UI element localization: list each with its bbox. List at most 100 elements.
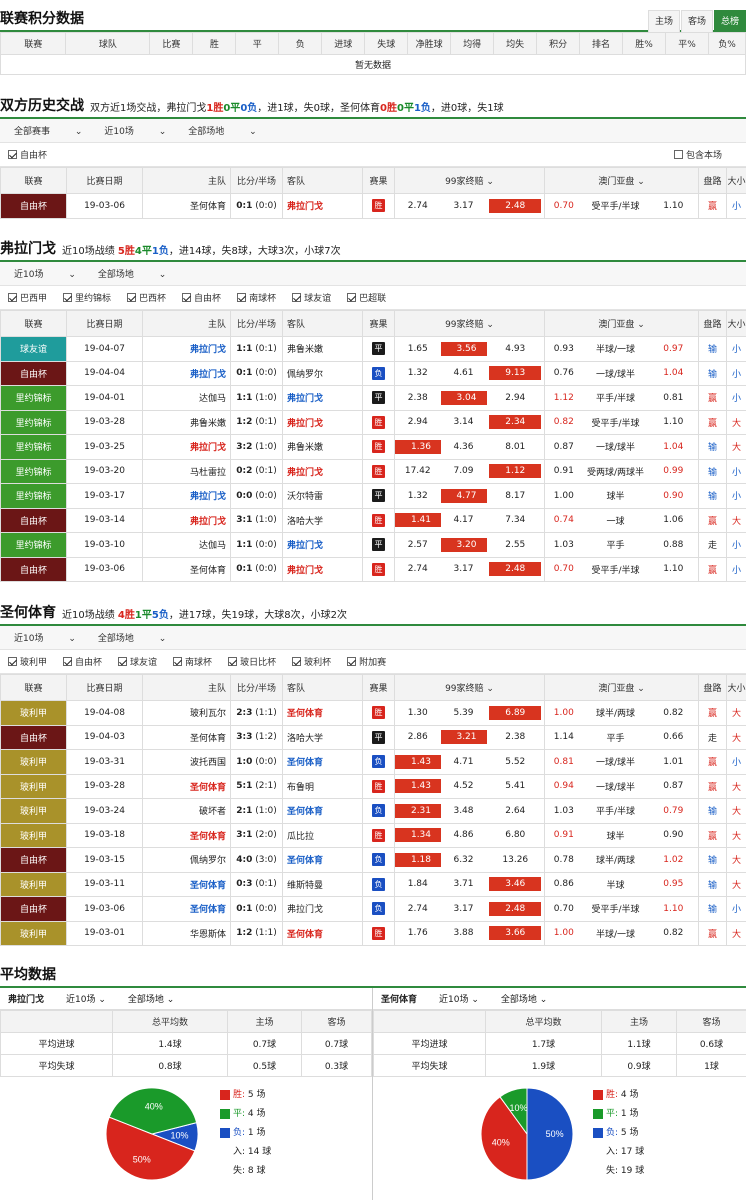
table-row[interactable]: 玻利甲 19-03-31 波托西国 1:0 (0:0) 圣何体育 负 1.43 … — [0, 749, 746, 775]
score[interactable]: 5:1 (2:1) — [230, 773, 283, 799]
league-check[interactable]: 球友谊 — [292, 291, 339, 304]
score[interactable]: 1:1 (1:0) — [230, 385, 283, 411]
table-row[interactable]: 玻利甲 19-04-08 玻利瓦尔 2:3 (1:1) 圣何体育 胜 1.30 … — [0, 700, 746, 726]
score[interactable]: 0:0 (0:0) — [230, 483, 283, 509]
home-team[interactable]: 破坏者 — [142, 798, 231, 824]
table-row[interactable]: 里约锦标 19-04-01 达伽马 1:1 (1:0) 弗拉门戈 平 2.38 … — [0, 385, 746, 411]
away-team[interactable]: 弗鲁米嫩 — [282, 336, 363, 362]
league-badge[interactable]: 玻利甲 — [0, 798, 67, 824]
away-team[interactable]: 弗鲁米嫩 — [282, 434, 363, 460]
league-badge[interactable]: 里约锦标 — [0, 434, 67, 460]
score[interactable]: 3:1 (1:0) — [230, 507, 283, 533]
table-row[interactable]: 玻利甲 19-03-18 圣何体育 3:1 (2:0) 瓜比拉 胜 1.34 4… — [0, 822, 746, 848]
score[interactable]: 0:1 (0:0) — [230, 193, 283, 219]
score[interactable]: 0:1 (0:0) — [230, 896, 283, 922]
col-odds[interactable]: 99家终赔 ⌄ — [393, 310, 546, 337]
league-badge[interactable]: 里约锦标 — [0, 409, 67, 435]
away-team[interactable]: 圣何体育 — [282, 920, 363, 946]
col-handicap[interactable]: 澳门亚盘 ⌄ — [544, 674, 700, 701]
home-team[interactable]: 弗拉门戈 — [142, 336, 231, 362]
league-badge[interactable]: 自由杯 — [0, 724, 67, 750]
table-row[interactable]: 玻利甲 19-03-28 圣何体育 5:1 (2:1) 布鲁明 胜 1.43 4… — [0, 773, 746, 799]
league-check[interactable]: 自由杯 — [63, 655, 110, 668]
score[interactable]: 0:2 (0:1) — [230, 458, 283, 484]
table-row[interactable]: 里约锦标 19-03-20 马杜雷拉 0:2 (0:1) 弗拉门戈 胜 17.4… — [0, 458, 746, 484]
away-team[interactable]: 弗拉门戈 — [282, 385, 363, 411]
away-team[interactable]: 沃尔特雷 — [282, 483, 363, 509]
league-badge[interactable]: 里约锦标 — [0, 385, 67, 411]
league-badge[interactable]: 玻利甲 — [0, 749, 67, 775]
score[interactable]: 4:0 (3:0) — [230, 847, 283, 873]
away-team[interactable]: 洛哈大学 — [282, 507, 363, 533]
score[interactable]: 0:1 (0:0) — [230, 556, 283, 582]
score[interactable]: 3:1 (2:0) — [230, 822, 283, 848]
table-row[interactable]: 里约锦标 19-03-10 达伽马 1:1 (0:0) 弗拉门戈 平 2.57 … — [0, 532, 746, 558]
table-row[interactable]: 自由杯 19-04-03 圣何体育 3:3 (1:2) 洛哈大学 平 2.86 … — [0, 724, 746, 750]
away-team[interactable]: 布鲁明 — [282, 773, 363, 799]
home-team[interactable]: 圣何体育 — [142, 773, 231, 799]
away-team[interactable]: 弗拉门戈 — [282, 556, 363, 582]
league-badge[interactable]: 自由杯 — [0, 896, 67, 922]
filter-venue[interactable]: 全部场地 ⌄ — [98, 631, 166, 644]
table-row[interactable]: 自由杯 19-03-14 弗拉门戈 3:1 (1:0) 洛哈大学 胜 1.41 … — [0, 507, 746, 533]
home-team[interactable]: 波托西国 — [142, 749, 231, 775]
table-row[interactable]: 玻利甲 19-03-11 圣何体育 0:3 (0:1) 维斯特曼 负 1.84 … — [0, 871, 746, 897]
table-row[interactable]: 玻利甲 19-03-24 破坏者 2:1 (1:0) 圣何体育 负 2.31 3… — [0, 798, 746, 824]
away-team[interactable]: 圣何体育 — [282, 700, 363, 726]
filter-count[interactable]: 近10场 ⌄ — [66, 992, 106, 1005]
league-badge[interactable]: 里约锦标 — [0, 458, 67, 484]
league-check[interactable]: 自由杯 — [182, 291, 229, 304]
tab-away[interactable]: 客场 — [681, 10, 713, 32]
league-badge[interactable]: 玻利甲 — [0, 822, 67, 848]
home-team[interactable]: 弗拉门戈 — [142, 483, 231, 509]
league-check[interactable]: 南球杯 — [173, 655, 220, 668]
col-odds[interactable]: 99家终赔 ⌄ — [393, 167, 546, 194]
home-team[interactable]: 圣何体育 — [142, 896, 231, 922]
home-team[interactable]: 玻利瓦尔 — [142, 700, 231, 726]
away-team[interactable]: 弗拉门戈 — [282, 409, 363, 435]
league-badge[interactable]: 自由杯 — [0, 556, 67, 582]
league-check[interactable]: 玻日比杯 — [228, 655, 284, 668]
league-badge[interactable]: 自由杯 — [0, 193, 67, 219]
home-team[interactable]: 圣何体育 — [142, 871, 231, 897]
league-badge[interactable]: 玻利甲 — [0, 700, 67, 726]
league-badge[interactable]: 玻利甲 — [0, 773, 67, 799]
table-row[interactable]: 球友谊 19-04-07 弗拉门戈 1:1 (0:1) 弗鲁米嫩 平 1.65 … — [0, 336, 746, 362]
home-team[interactable]: 佩纳罗尔 — [142, 847, 231, 873]
filter-venue[interactable]: 全部场地 ⌄ — [98, 267, 166, 280]
league-check[interactable]: 玻利杯 — [292, 655, 339, 668]
filter-count[interactable]: 近10场 ⌄ — [14, 631, 76, 644]
table-row[interactable]: 玻利甲 19-03-01 华恩斯体 1:2 (1:1) 圣何体育 胜 1.76 … — [0, 920, 746, 946]
league-badge[interactable]: 里约锦标 — [0, 532, 67, 558]
away-team[interactable]: 圣何体育 — [282, 749, 363, 775]
score[interactable]: 1:2 (0:1) — [230, 409, 283, 435]
filter-count[interactable]: 近10场 ⌄ — [104, 124, 166, 137]
league-badge[interactable]: 自由杯 — [0, 360, 67, 386]
score[interactable]: 1:1 (0:1) — [230, 336, 283, 362]
table-row[interactable]: 里约锦标 19-03-17 弗拉门戈 0:0 (0:0) 沃尔特雷 平 1.32… — [0, 483, 746, 509]
score[interactable]: 1:2 (1:1) — [230, 920, 283, 946]
league-badge[interactable]: 球友谊 — [0, 336, 67, 362]
score[interactable]: 0:3 (0:1) — [230, 871, 283, 897]
league-badge[interactable]: 玻利甲 — [0, 871, 67, 897]
league-badge[interactable]: 自由杯 — [0, 507, 67, 533]
home-team[interactable]: 圣何体育 — [142, 724, 231, 750]
away-team[interactable]: 瓜比拉 — [282, 822, 363, 848]
away-team[interactable]: 圣何体育 — [282, 798, 363, 824]
score[interactable]: 3:3 (1:2) — [230, 724, 283, 750]
tab-total[interactable]: 总榜 — [714, 10, 746, 32]
away-team[interactable]: 弗拉门戈 — [282, 193, 363, 219]
league-check[interactable]: 南球杯 — [237, 291, 284, 304]
col-handicap[interactable]: 澳门亚盘 ⌄ — [544, 310, 700, 337]
league-check[interactable]: 巴超联 — [347, 291, 394, 304]
table-row[interactable]: 里约锦标 19-03-25 弗拉门戈 3:2 (1:0) 弗鲁米嫩 胜 1.36… — [0, 434, 746, 460]
score[interactable]: 3:2 (1:0) — [230, 434, 283, 460]
score[interactable]: 2:1 (1:0) — [230, 798, 283, 824]
home-team[interactable]: 圣何体育 — [142, 556, 231, 582]
home-team[interactable]: 弗拉门戈 — [142, 507, 231, 533]
table-row[interactable]: 自由杯 19-03-15 佩纳罗尔 4:0 (3:0) 圣何体育 负 1.18 … — [0, 847, 746, 873]
league-check[interactable]: 巴西杯 — [127, 291, 174, 304]
home-team[interactable]: 弗拉门戈 — [142, 360, 231, 386]
away-team[interactable]: 佩纳罗尔 — [282, 360, 363, 386]
home-team[interactable]: 达伽马 — [142, 532, 231, 558]
